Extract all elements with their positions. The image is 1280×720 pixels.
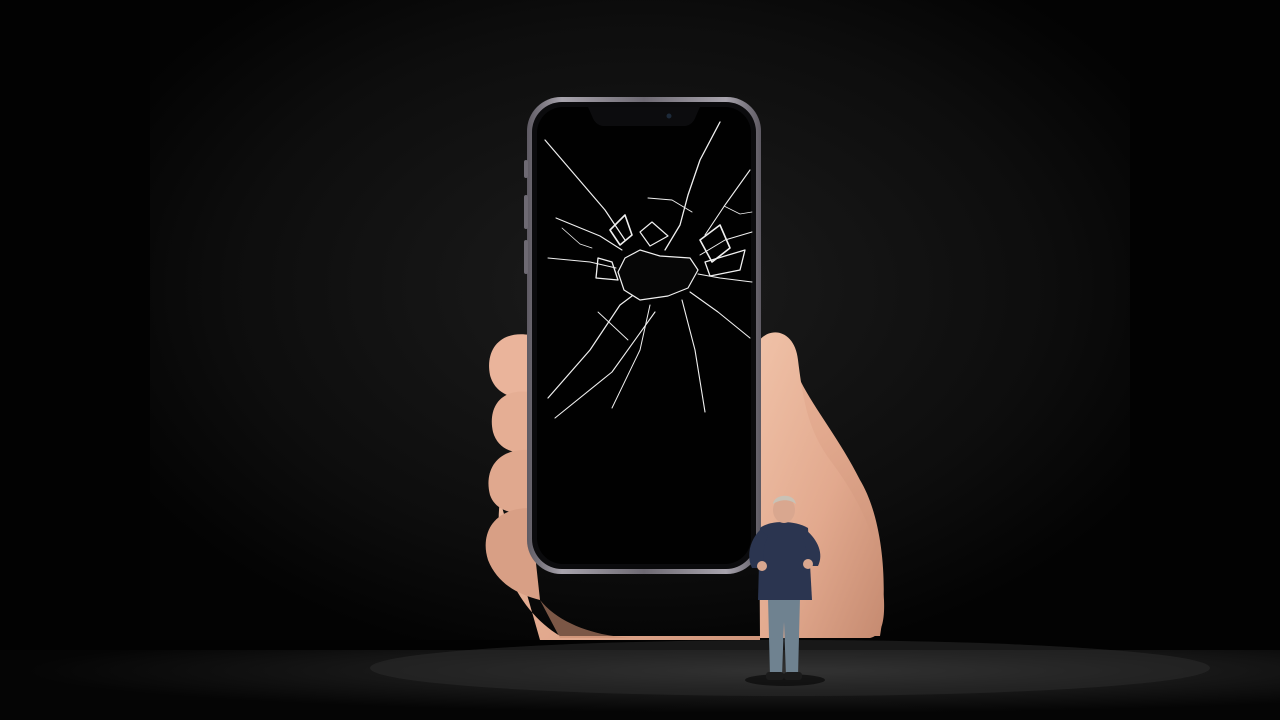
phone-notch bbox=[588, 107, 700, 126]
stage-scene bbox=[0, 0, 1280, 720]
keynote-stage bbox=[0, 0, 1280, 720]
phone bbox=[524, 97, 761, 574]
camera-icon bbox=[666, 113, 672, 119]
phone-screen bbox=[537, 107, 751, 564]
